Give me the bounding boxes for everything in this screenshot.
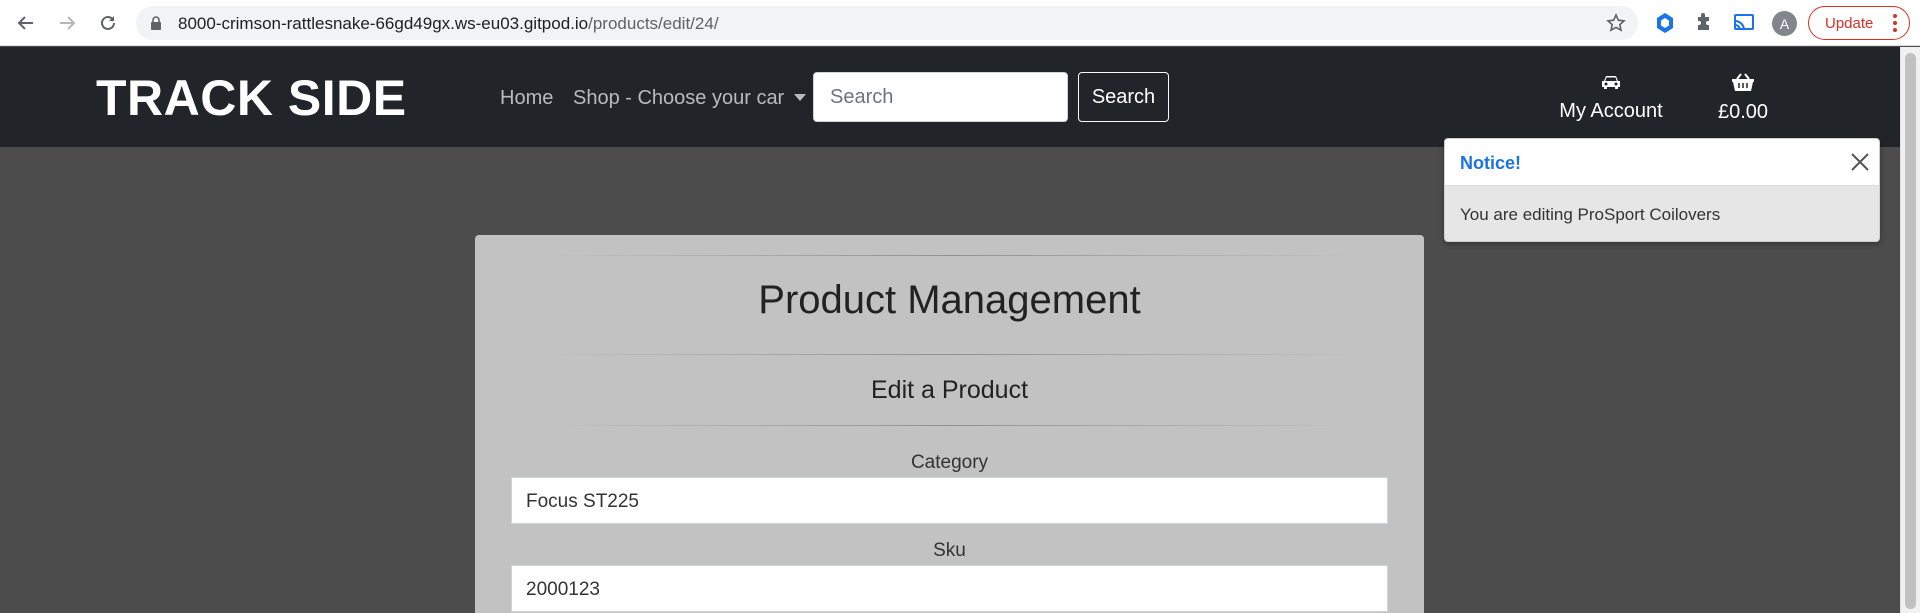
basket-icon [1708,73,1778,97]
toast-title: Notice! [1460,153,1522,173]
reload-icon[interactable] [94,9,122,37]
more-vert-icon [1893,14,1897,35]
car-icon [1556,73,1666,96]
search-input[interactable] [813,72,1068,122]
my-account-link[interactable]: My Account [1556,73,1666,123]
site-header: TRACK SIDE Home Shop - Choose your car S… [0,47,1900,147]
nav-shop-dropdown[interactable]: Shop - Choose your car [573,87,807,110]
toast-header: Notice! [1445,139,1879,186]
page-scrollbar[interactable] [1900,47,1920,613]
nav-shop-label: Shop - Choose your car [573,87,785,109]
product-management-card: Product Management Edit a Product Catego… [475,235,1424,613]
star-icon[interactable] [1606,13,1626,38]
sku-input[interactable]: 2000123 [511,565,1388,612]
caret-down-icon [794,94,807,101]
notice-toast: Notice! You are editing ProSport Coilove… [1444,138,1880,242]
profile-initial: A [1779,15,1790,32]
basket-link[interactable]: £0.00 [1708,73,1778,124]
cast-icon[interactable] [1731,10,1757,36]
update-label: Update [1825,14,1874,32]
back-icon[interactable] [12,9,40,37]
lock-icon [150,16,162,35]
divider [545,354,1354,355]
scrollbar-thumb[interactable] [1905,53,1916,609]
search-button[interactable]: Search [1078,72,1169,122]
puzzle-icon[interactable] [1691,10,1717,36]
sku-label: Sku [933,540,966,561]
category-label: Category [910,452,989,473]
divider [545,425,1354,426]
my-account-label: My Account [1559,100,1663,122]
close-icon[interactable] [1849,151,1871,173]
toast-message: You are editing ProSport Coilovers [1460,205,1721,224]
form-subtitle: Edit a Product [870,376,1029,404]
page-title: Product Management [758,278,1141,322]
update-button[interactable]: Update [1808,6,1910,40]
extension-icon[interactable] [1652,10,1678,36]
forward-icon[interactable] [53,9,81,37]
browser-toolbar: 8000-crimson-rattlesnake-66gd49gx.ws-eu0… [0,0,1920,46]
brand-logo[interactable]: TRACK SIDE [96,69,407,127]
address-bar[interactable]: 8000-crimson-rattlesnake-66gd49gx.ws-eu0… [136,6,1638,40]
basket-total: £0.00 [1717,101,1769,123]
divider [545,255,1354,256]
url-text: 8000-crimson-rattlesnake-66gd49gx.ws-eu0… [178,14,719,33]
profile-avatar[interactable]: A [1772,11,1797,36]
category-select[interactable]: Focus ST225 [511,477,1388,524]
nav-home-link[interactable]: Home [500,87,553,110]
